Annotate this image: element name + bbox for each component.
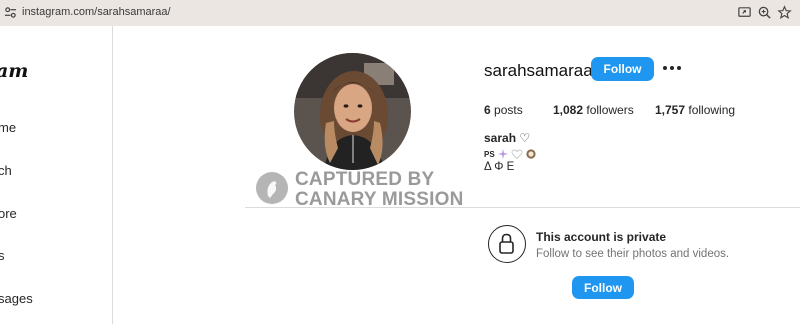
profile-username: sarahsamaraa [484, 61, 593, 80]
canary-mission-bird-icon [256, 172, 288, 204]
followers-label: followers [583, 103, 634, 117]
private-follow-button[interactable]: Follow [572, 276, 634, 299]
posts-label: posts [490, 103, 523, 117]
bio-greek-letters: Δ Φ Ε [484, 161, 515, 173]
sidebar-item-explore[interactable]: ore [0, 206, 17, 221]
followers-count: 1,082 [553, 103, 584, 117]
bio-name: sarah ♡ [484, 131, 531, 145]
bio-ps-text: PS [484, 149, 495, 159]
sidebar-item-home[interactable]: me [0, 120, 16, 135]
lock-icon [488, 225, 526, 263]
sparkle-emoji-icon [497, 149, 508, 159]
browser-address-bar[interactable]: instagram.com/sarahsamaraa/ [0, 0, 800, 26]
sidebar-item-search[interactable]: ch [0, 163, 12, 178]
instagram-logo[interactable]: am [0, 60, 28, 82]
private-account-subtitle: Follow to see their photos and videos. [536, 248, 730, 260]
screen-share-icon[interactable] [737, 5, 752, 20]
site-settings-icon[interactable] [4, 6, 17, 19]
sidebar-item-messages[interactable]: sages [0, 291, 33, 306]
bio-line-emojis: PS [484, 148, 537, 160]
white-heart-emoji-icon [511, 149, 523, 160]
more-options-icon[interactable] [662, 61, 682, 75]
private-account-title: This account is private [536, 230, 667, 244]
following-stat[interactable]: 1,757 following [655, 103, 735, 117]
posts-count: 6 [484, 103, 491, 117]
profile-divider [245, 207, 800, 208]
posts-stat: 6 posts [484, 103, 523, 117]
profile-avatar[interactable] [294, 53, 411, 170]
url-text[interactable]: instagram.com/sarahsamaraa/ [22, 6, 171, 18]
sidebar: am me ch ore s sages [0, 26, 113, 324]
watermark-line-1: CAPTURED BY [295, 169, 435, 190]
following-count: 1,757 [655, 103, 686, 117]
following-label: following [685, 103, 736, 117]
bookmark-star-icon[interactable] [777, 5, 792, 20]
followers-stat[interactable]: 1,082 followers [553, 103, 634, 117]
coconut-emoji-icon [526, 149, 536, 159]
zoom-icon[interactable] [757, 5, 772, 20]
sidebar-item-reels[interactable]: s [0, 248, 5, 263]
follow-button[interactable]: Follow [591, 57, 654, 81]
